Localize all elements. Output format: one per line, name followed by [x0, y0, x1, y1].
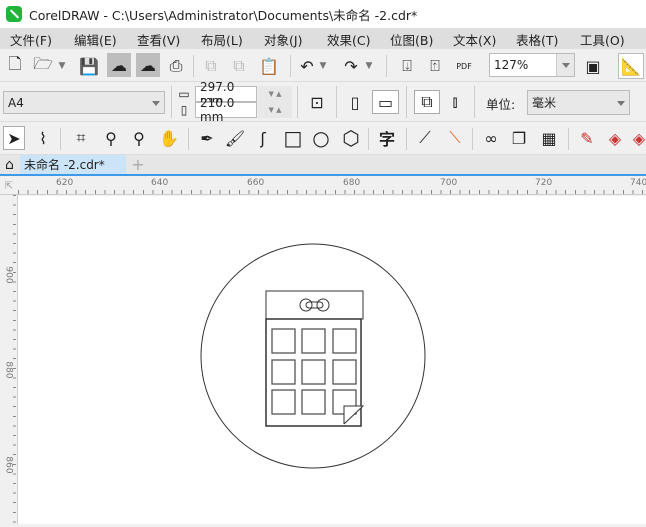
horizontal-ruler[interactable]: ⇱ 620 640 660 680 700 720 740	[0, 177, 646, 195]
document-tab[interactable]: 未命名 -2.cdr*	[20, 155, 126, 174]
export-icon[interactable]: ⍐	[424, 55, 446, 77]
ellipse-tool-icon[interactable]: ○	[310, 126, 332, 150]
cut-icon[interactable]: ⧉	[200, 55, 222, 77]
home-icon[interactable]: ⌂	[0, 155, 19, 174]
zoom-out-icon[interactable]: ⚲	[128, 127, 150, 149]
menu-file[interactable]: 文件(F)	[10, 28, 52, 49]
ruler-tick-label: 660	[247, 178, 265, 188]
page-layout-icon[interactable]: ⧉	[414, 90, 440, 114]
coreldraw-logo-icon	[6, 6, 22, 22]
page-width-icon: ▭	[178, 87, 190, 101]
redo-icon[interactable]: ↷	[340, 55, 362, 77]
unit-label: 单位:	[486, 97, 516, 112]
copy-icon[interactable]: ⧉	[228, 55, 250, 77]
unit-dropdown[interactable]: 毫米	[527, 90, 630, 115]
options-ruler-icon[interactable]: 📐	[618, 53, 644, 79]
chevron-down-icon	[152, 100, 160, 106]
new-document-icon[interactable]: 🗋	[4, 54, 26, 77]
standard-toolbar: 🗋 🗁 ▼ 💾 ☁ ☁ ⎙ ⧉ ⧉ 📋 ↶ ▼ ↷ ▼ ⍗ ⍐ PDF 127%…	[0, 49, 646, 82]
page-order-icon[interactable]: ⫾	[444, 91, 466, 113]
page-curl	[343, 405, 365, 425]
cloud-upload-icon[interactable]: ☁	[136, 53, 160, 77]
menu-edit[interactable]: 编辑(E)	[74, 28, 117, 49]
vertical-ruler[interactable]: 900 880 860	[0, 195, 18, 524]
menu-bitmaps[interactable]: 位图(B)	[390, 28, 433, 49]
ruler-tick-label: 680	[343, 178, 361, 188]
pick-tool-icon[interactable]: ➤	[3, 126, 25, 150]
zoom-tool-icon[interactable]: ⚲	[100, 127, 122, 149]
ruler-tick-label: 720	[535, 178, 553, 188]
landscape-icon[interactable]: ▭	[372, 90, 399, 114]
menu-effects[interactable]: 效果(C)	[327, 28, 370, 49]
document-tab-bar: ⌂ 未命名 -2.cdr* +	[0, 155, 646, 176]
title-bar: CorelDRAW - C:\Users\Administrator\Docum…	[0, 0, 646, 28]
artistic-brush-icon[interactable]: 🖌	[224, 127, 246, 149]
ruler-origin-icon[interactable]: ⇱	[0, 177, 18, 195]
crop-tool-icon[interactable]: ⌗	[70, 127, 92, 149]
calendar-drawing[interactable]	[18, 196, 646, 524]
page-height-field[interactable]: 210.0 mm	[195, 96, 257, 124]
cloud-download-icon[interactable]: ☁	[107, 53, 131, 77]
toolbox: ➤ ⌇ ⌗ ⚲ ⚲ ✋ ✒ 🖌 ʃ □ ○ ⬡ 字 ⟋ ⟍ ∞ ❐ ▦ ✎ ◈ …	[0, 122, 646, 155]
text-tool-icon[interactable]: 字	[376, 127, 398, 149]
document-tab-label: 未命名 -2.cdr*	[24, 158, 105, 172]
open-dropdown-icon[interactable]: ▼	[56, 55, 68, 77]
publish-pdf-icon[interactable]: PDF	[452, 55, 476, 77]
print-icon[interactable]: ⎙	[165, 55, 187, 77]
interactive-fill-icon[interactable]: ◈	[604, 127, 626, 149]
rectangle-tool-icon[interactable]: □	[282, 126, 304, 150]
menu-view[interactable]: 查看(V)	[137, 28, 180, 49]
ruler-tick-label: 640	[151, 178, 169, 188]
zoom-dropdown-icon[interactable]	[562, 63, 570, 68]
page-height-icon: ▯	[180, 103, 188, 117]
dimension-tool-icon[interactable]: ⟋	[414, 127, 436, 149]
ruler-tick-label: 700	[440, 178, 458, 188]
page-height-value: 210.0 mm	[200, 96, 235, 124]
import-icon[interactable]: ⍗	[396, 55, 418, 77]
menu-tools[interactable]: 工具(O)	[580, 28, 625, 49]
calendar-grid	[271, 328, 357, 415]
page-size-dropdown[interactable]: A4	[3, 91, 165, 114]
full-screen-icon[interactable]: ▣	[582, 55, 604, 77]
calendar-header	[265, 290, 364, 320]
redo-dropdown-icon[interactable]: ▼	[364, 55, 374, 77]
blend-tool-icon[interactable]: ∞	[480, 127, 502, 149]
eyedropper-icon[interactable]: ✎	[576, 127, 598, 149]
page-size-value: A4	[8, 95, 24, 110]
unit-value: 毫米	[532, 96, 557, 110]
spiral-curve-icon[interactable]: ʃ	[252, 127, 274, 149]
ruler-tick-label: 620	[56, 178, 74, 188]
undo-dropdown-icon[interactable]: ▼	[318, 55, 328, 77]
menu-text[interactable]: 文本(X)	[453, 28, 496, 49]
pan-hand-icon[interactable]: ✋	[158, 127, 180, 149]
polygon-tool-icon[interactable]: ⬡	[340, 126, 362, 150]
menu-table[interactable]: 表格(T)	[516, 28, 558, 49]
all-pages-icon[interactable]: ⊡	[306, 91, 328, 113]
connector-tool-icon[interactable]: ⟍	[444, 127, 466, 149]
undo-icon[interactable]: ↶	[296, 55, 318, 77]
pen-tool-icon[interactable]: ✒	[196, 127, 218, 149]
ruler-tick-label: 740	[630, 178, 646, 188]
zoom-level-field[interactable]: 127%	[489, 53, 575, 77]
circle-outline	[200, 243, 426, 469]
save-icon[interactable]: 💾	[78, 55, 100, 77]
shape-tool-icon[interactable]: ⌇	[32, 127, 54, 149]
height-spinner[interactable]: ▼ ▲	[258, 102, 292, 118]
portrait-icon[interactable]: ▯	[344, 91, 366, 113]
menu-layout[interactable]: 布局(L)	[201, 28, 243, 49]
menu-object[interactable]: 对象(J)	[264, 28, 302, 49]
chevron-down-icon	[617, 100, 625, 106]
smart-fill-icon[interactable]: ◈	[632, 127, 646, 149]
window-title: CorelDRAW - C:\Users\Administrator\Docum…	[29, 7, 418, 23]
menu-bar: 文件(F) 编辑(E) 查看(V) 布局(L) 对象(J) 效果(C) 位图(B…	[0, 28, 646, 49]
property-bar: A4 ▭ ▯ 297.0 mm 210.0 mm ▼ ▲ ▼ ▲ ⊡ ▯ ▭ ⧉…	[0, 80, 646, 124]
drawing-canvas[interactable]	[18, 196, 646, 524]
transparency-icon[interactable]: ▦	[538, 127, 560, 149]
add-tab-icon[interactable]: +	[128, 155, 148, 174]
width-spinner[interactable]: ▼ ▲	[258, 86, 292, 102]
zoom-value: 127%	[494, 58, 529, 72]
open-folder-icon[interactable]: 🗁	[32, 54, 54, 77]
drop-shadow-icon[interactable]: ❐	[508, 127, 530, 149]
paste-icon[interactable]: 📋	[258, 55, 280, 77]
